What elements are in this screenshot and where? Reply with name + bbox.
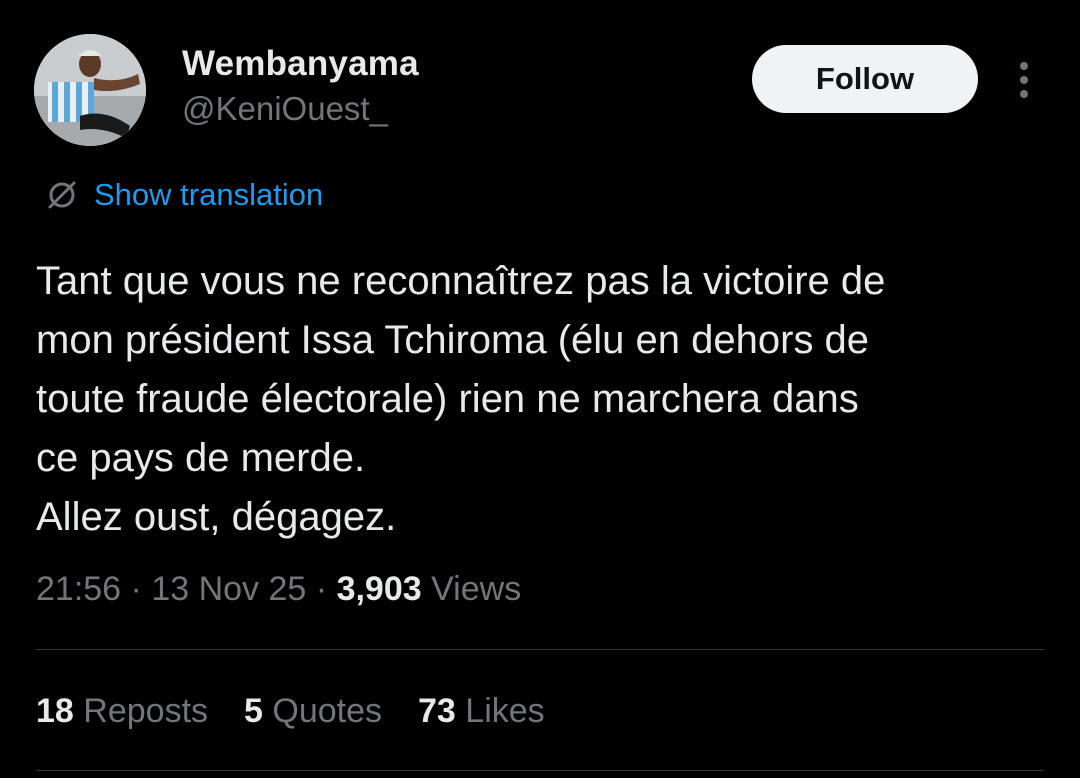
avatar[interactable] (34, 34, 146, 146)
engagement-stats: 18 Reposts 5 Quotes 73 Likes (36, 692, 545, 731)
likes-label: Likes (465, 692, 545, 730)
author-display-name[interactable]: Wembanyama (182, 44, 419, 84)
divider (36, 770, 1044, 771)
tweet-meta: 21:56 · 13 Nov 25 · 3,903 Views (36, 570, 521, 609)
reposts-label: Reposts (83, 692, 209, 730)
divider (36, 649, 1044, 650)
more-options-button[interactable] (1006, 56, 1042, 104)
views-count: 3,903 (336, 570, 422, 608)
views-label: Views (431, 570, 522, 608)
likes-count: 73 (418, 692, 456, 730)
reposts-count: 18 (36, 692, 74, 730)
tweet-detail: Wembanyama @KeniOuest_ Follow Show trans… (0, 0, 1080, 778)
more-vertical-icon (1020, 62, 1028, 98)
meta-separator: · (130, 570, 142, 608)
show-translation-label: Show translation (94, 177, 324, 212)
reposts-stat[interactable]: 18 Reposts (36, 692, 208, 731)
tweet-text: Tant que vous ne reconnaîtrez pas la vic… (36, 259, 886, 539)
quotes-stat[interactable]: 5 Quotes (244, 692, 382, 731)
globe-icon (48, 181, 76, 209)
quotes-label: Quotes (272, 692, 383, 730)
likes-stat[interactable]: 73 Likes (418, 692, 545, 731)
tweet-date[interactable]: 13 Nov 25 (151, 570, 306, 608)
meta-separator: · (315, 570, 328, 608)
tweet-time[interactable]: 21:56 (36, 570, 121, 608)
quotes-count: 5 (244, 692, 263, 730)
follow-button[interactable]: Follow (752, 45, 978, 113)
avatar-photo (34, 34, 146, 146)
author-handle[interactable]: @KeniOuest_ (182, 90, 388, 128)
show-translation-link[interactable]: Show translation (44, 175, 323, 215)
